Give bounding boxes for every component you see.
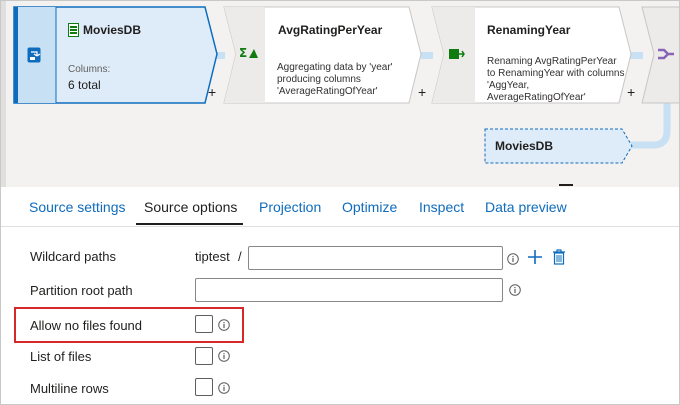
panel-resize-handle[interactable] bbox=[559, 184, 573, 186]
tab-inspect[interactable]: Inspect bbox=[419, 199, 464, 215]
svg-text:Σ: Σ bbox=[239, 46, 247, 60]
wildcard-path-input[interactable] bbox=[248, 246, 503, 270]
tab-optimize[interactable]: Optimize bbox=[342, 199, 397, 215]
list-of-files-checkbox[interactable] bbox=[195, 347, 213, 365]
data-flow-editor: MoviesDB Columns: 6 total + Σ AvgRatingP… bbox=[0, 0, 680, 405]
info-icon[interactable] bbox=[507, 252, 519, 265]
info-icon[interactable] bbox=[218, 381, 230, 394]
add-transform-button[interactable]: + bbox=[418, 85, 426, 99]
highlight-box bbox=[14, 307, 244, 343]
add-transform-button[interactable]: + bbox=[627, 85, 635, 99]
node-columns-value: 6 total bbox=[68, 78, 101, 92]
tab-data-preview[interactable]: Data preview bbox=[485, 199, 567, 215]
dataset-icon bbox=[68, 23, 79, 42]
delete-icon[interactable] bbox=[552, 249, 566, 270]
settings-tab-bar: Source settings Source options Projectio… bbox=[1, 187, 679, 227]
add-icon[interactable] bbox=[528, 250, 542, 269]
wildcard-separator: / bbox=[238, 249, 242, 264]
tab-source-settings[interactable]: Source settings bbox=[29, 199, 126, 215]
node-title: RenamingYear bbox=[487, 23, 571, 37]
list-of-files-label: List of files bbox=[30, 349, 92, 364]
node-columns-label: Columns: bbox=[68, 64, 111, 75]
partition-root-path-label: Partition root path bbox=[30, 283, 133, 298]
tab-projection[interactable]: Projection bbox=[259, 199, 321, 215]
active-tab-indicator bbox=[136, 223, 243, 225]
tab-source-options[interactable]: Source options bbox=[144, 199, 237, 215]
sink-icon bbox=[658, 47, 674, 66]
add-transform-button[interactable]: + bbox=[208, 85, 216, 99]
source-icon bbox=[27, 47, 41, 68]
data-flow-canvas[interactable]: MoviesDB Columns: 6 total + Σ AvgRatingP… bbox=[1, 1, 679, 187]
select-icon bbox=[449, 47, 465, 65]
wildcard-prefix: tiptest bbox=[195, 249, 230, 264]
node-description: Renaming AvgRatingPerYear to RenamingYea… bbox=[487, 56, 625, 103]
node-title: MoviesDB bbox=[495, 139, 554, 153]
canvas-left-edge bbox=[1, 1, 6, 187]
node-description: Aggregating data by 'year' producing col… bbox=[277, 62, 393, 97]
multiline-rows-label: Multiline rows bbox=[30, 381, 109, 396]
partition-root-path-input[interactable] bbox=[195, 278, 503, 302]
branch-connector bbox=[631, 101, 671, 149]
multiline-rows-checkbox[interactable] bbox=[195, 378, 213, 396]
wildcard-paths-label: Wildcard paths bbox=[30, 249, 116, 264]
info-icon[interactable] bbox=[218, 349, 230, 362]
node-shape bbox=[13, 6, 218, 104]
aggregate-icon: Σ bbox=[239, 46, 259, 65]
node-title: MoviesDB bbox=[83, 23, 142, 37]
info-icon[interactable] bbox=[509, 283, 521, 296]
node-title: AvgRatingPerYear bbox=[278, 23, 383, 37]
